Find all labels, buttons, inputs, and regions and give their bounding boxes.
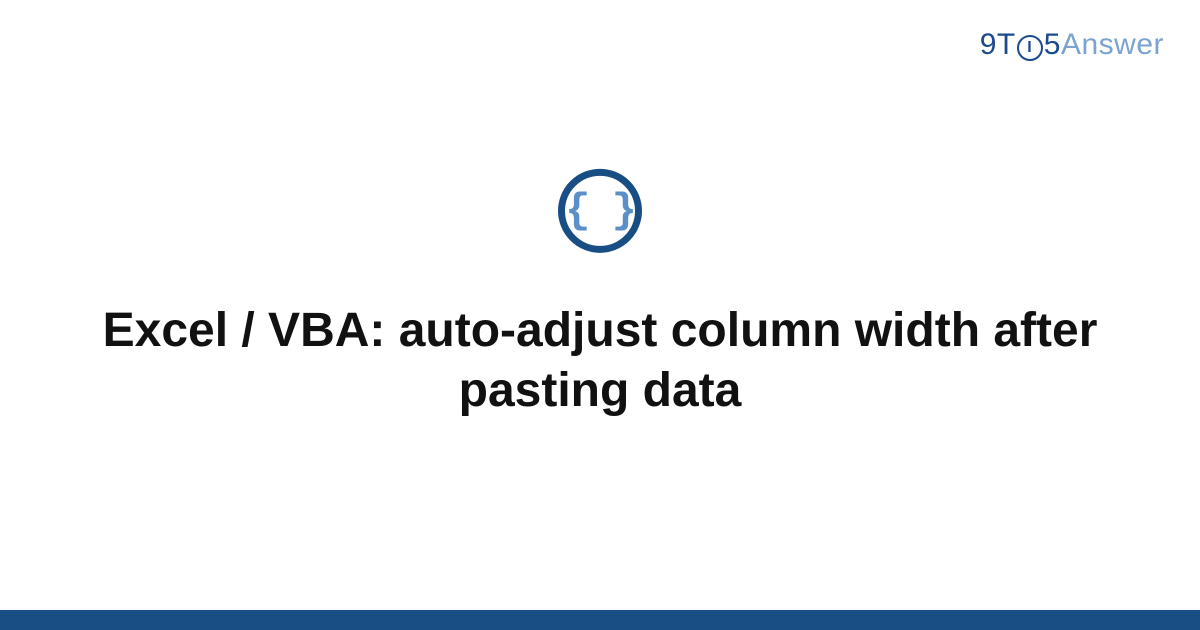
code-braces-icon: { }: [558, 169, 642, 253]
logo-part-9t: 9T: [980, 28, 1016, 61]
page-title: Excel / VBA: auto-adjust column width af…: [0, 301, 1200, 421]
braces-glyph: { }: [565, 190, 635, 232]
logo-part-5: 5: [1044, 28, 1061, 61]
footer-accent-bar: [0, 610, 1200, 630]
logo-part-o: I: [1017, 35, 1043, 61]
site-logo: 9TI5Answer: [980, 28, 1164, 63]
logo-part-answer: Answer: [1061, 28, 1164, 61]
main-content: { } Excel / VBA: auto-adjust column widt…: [0, 169, 1200, 421]
